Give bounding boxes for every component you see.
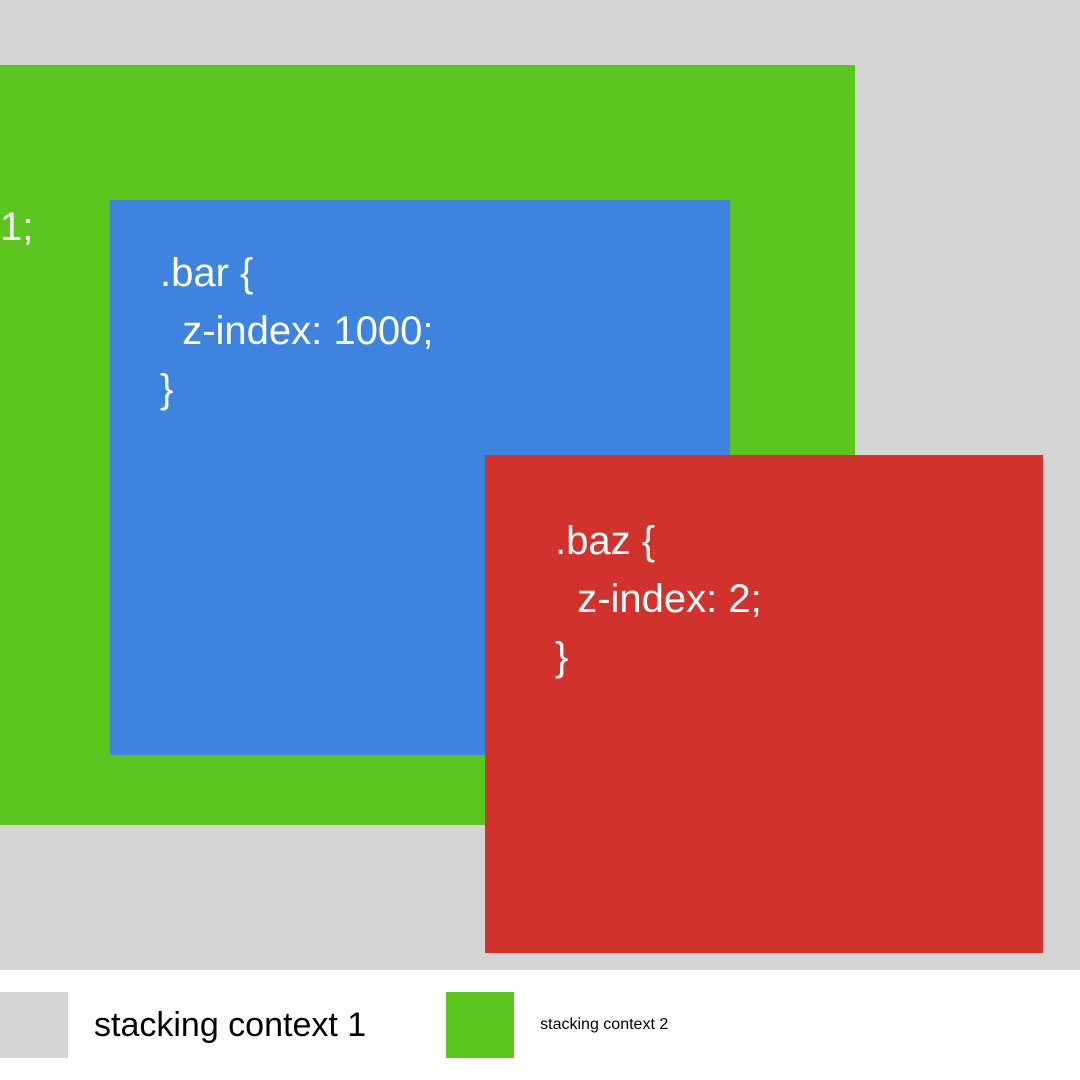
legend-label-2: stacking context 2 [540,1016,668,1034]
legend-swatch-green [446,992,514,1058]
legend-item-2: stacking context 2 [366,992,668,1058]
baz-css-code: .baz { z-index: 2; } [555,512,762,686]
legend-label-1: stacking context 1 [94,1006,366,1045]
legend-swatch-grey [0,992,68,1058]
diagram-canvas: 1; .bar { z-index: 1000; } .baz { z-inde… [0,0,1080,970]
legend-item-1: stacking context 1 [0,992,366,1058]
bar-css-code: .bar { z-index: 1000; } [160,244,434,418]
legend: stacking context 1 stacking context 2 [0,970,1080,1080]
green-code-fragment: 1; [0,198,33,256]
